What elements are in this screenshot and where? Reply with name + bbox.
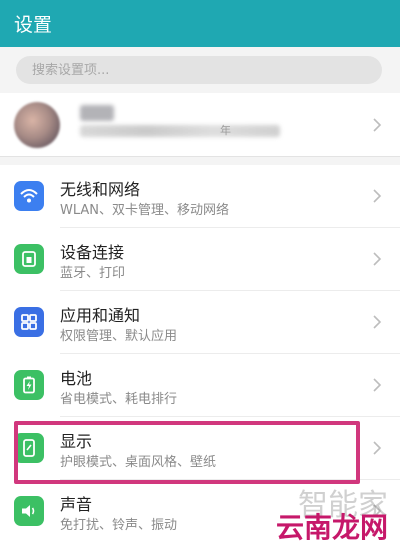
search-bar[interactable] <box>16 56 382 84</box>
settings-item-wireless-network[interactable]: 无线和网络 WLAN、双卡管理、移动网络 <box>0 165 400 228</box>
app-header: 设置 <box>0 0 400 47</box>
chevron-right-icon <box>373 378 382 392</box>
item-description: 蓝牙、打印 <box>60 266 126 281</box>
chevron-right-icon <box>373 252 382 266</box>
settings-item-display[interactable]: 显示 护眼模式、桌面风格、壁纸 <box>0 417 400 480</box>
battery-icon <box>14 370 44 400</box>
item-description: 权限管理、默认应用 <box>60 329 178 344</box>
page-title: 设置 <box>14 14 53 36</box>
account-row[interactable]: 年 <box>0 93 400 157</box>
item-label: 声音 <box>60 495 93 514</box>
item-description: WLAN、双卡管理、移动网络 <box>60 203 230 218</box>
account-partial-text: 年 <box>220 124 231 137</box>
item-label: 无线和网络 <box>60 180 141 199</box>
search-section <box>0 47 400 93</box>
item-description: 护眼模式、桌面风格、壁纸 <box>60 455 217 470</box>
settings-item-battery[interactable]: 电池 省电模式、耗电排行 <box>0 354 400 417</box>
chevron-right-icon <box>373 441 382 455</box>
avatar <box>14 102 60 148</box>
wifi-icon <box>14 181 44 211</box>
speaker-icon <box>14 496 44 526</box>
item-description: 省电模式、耗电排行 <box>60 392 178 407</box>
item-label: 设备连接 <box>60 243 125 262</box>
chevron-right-icon <box>373 118 382 132</box>
account-info-blurred <box>80 125 280 137</box>
item-label: 应用和通知 <box>60 306 141 325</box>
device-connection-icon <box>14 244 44 274</box>
search-input[interactable] <box>16 56 382 84</box>
settings-item-apps-notifications[interactable]: 应用和通知 权限管理、默认应用 <box>0 291 400 354</box>
chevron-right-icon <box>373 189 382 203</box>
apps-grid-icon <box>14 307 44 337</box>
item-label: 显示 <box>60 432 93 451</box>
settings-item-device-connection[interactable]: 设备连接 蓝牙、打印 <box>0 228 400 291</box>
account-name-blurred <box>80 105 114 121</box>
chevron-right-icon <box>373 315 382 329</box>
watermark-logo-text: 云南龙网 <box>275 511 388 544</box>
item-label: 电池 <box>60 369 93 388</box>
display-icon <box>14 433 44 463</box>
item-description: 免打扰、铃声、振动 <box>60 518 178 533</box>
